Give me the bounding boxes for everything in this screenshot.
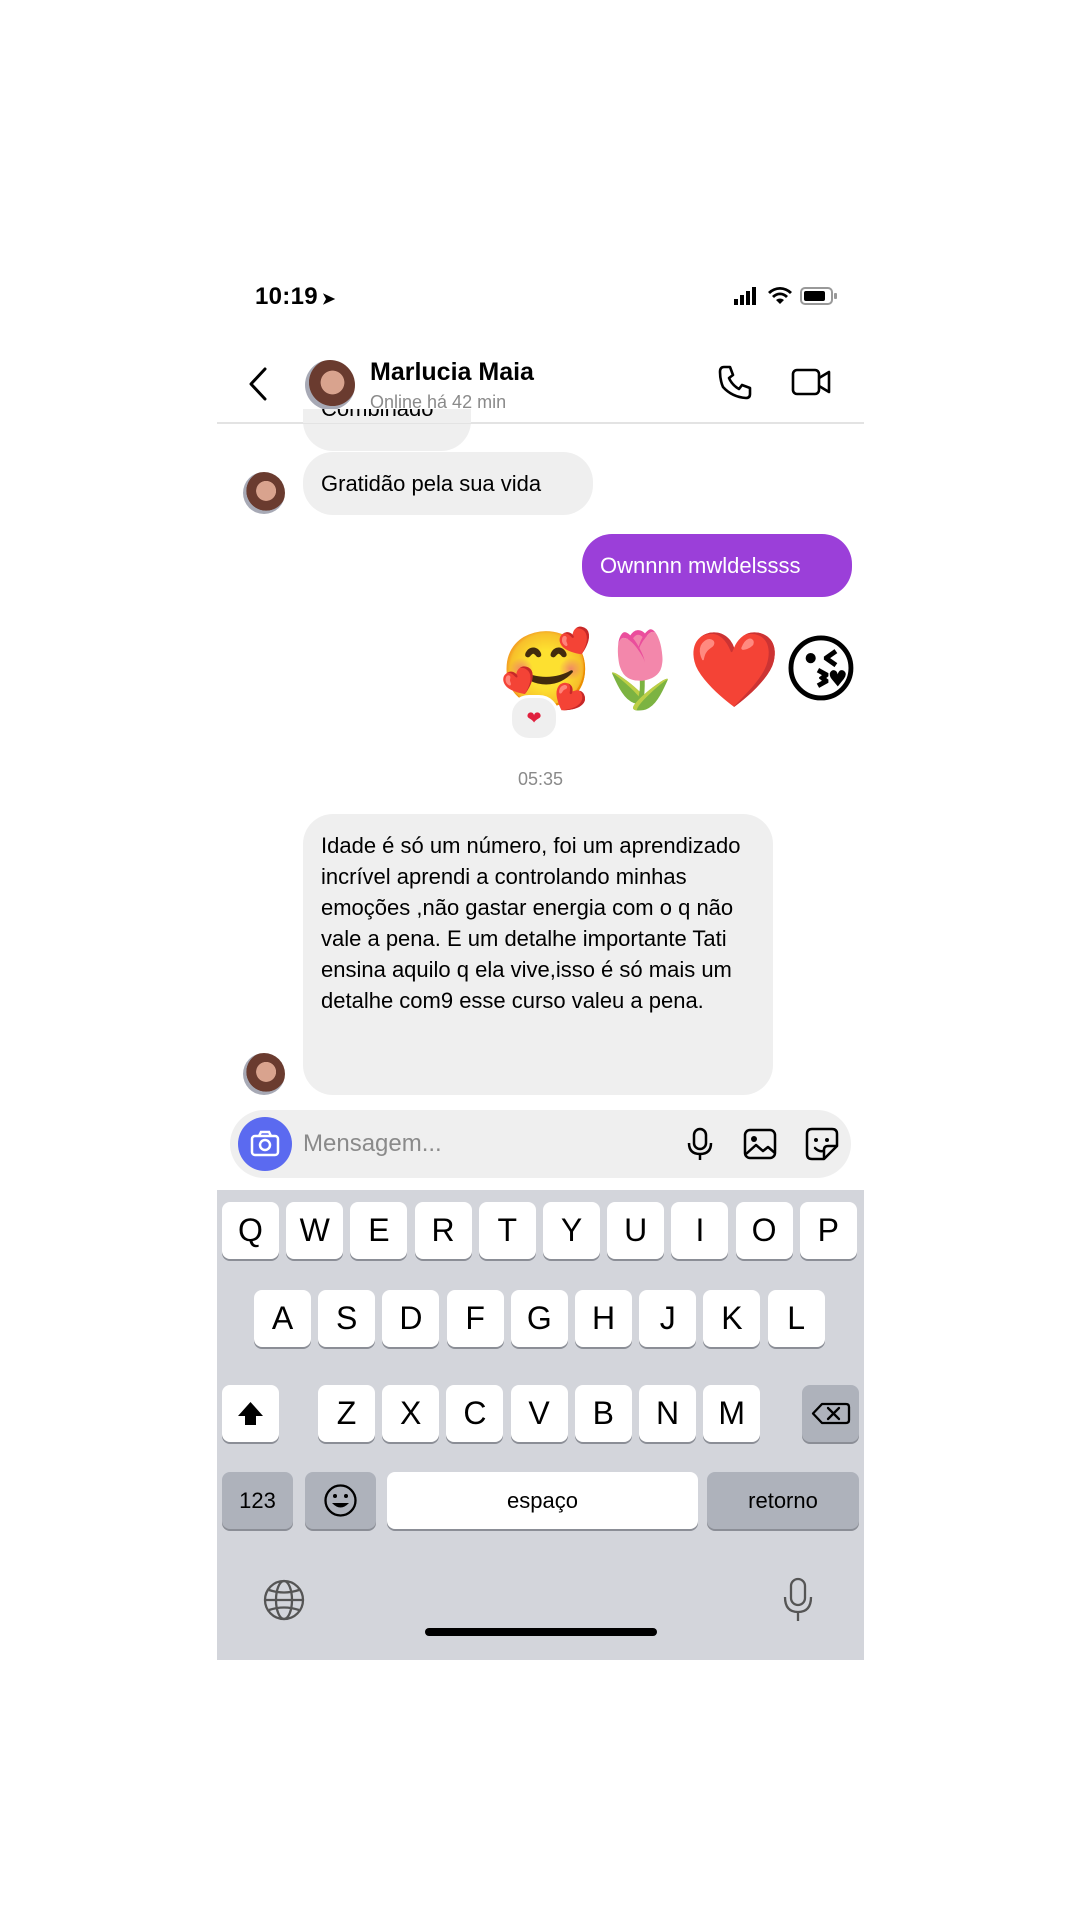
emoji-icon <box>324 1484 357 1517</box>
backspace-icon <box>811 1402 851 1425</box>
camera-button[interactable] <box>238 1117 292 1171</box>
space-key[interactable]: espaço <box>387 1472 698 1529</box>
numbers-key[interactable]: 123 <box>222 1472 293 1529</box>
key-n[interactable]: N <box>639 1385 696 1442</box>
gallery-icon[interactable] <box>740 1124 780 1164</box>
key-v[interactable]: V <box>510 1385 568 1442</box>
key-y[interactable]: Y <box>543 1202 600 1259</box>
key-w[interactable]: W <box>286 1202 344 1259</box>
incoming-message-long: Idade é só um número, foi um aprendizado… <box>303 814 773 1095</box>
message-text: Ownnnn mwldelssss <box>600 553 801 578</box>
microphone-icon[interactable] <box>680 1124 720 1164</box>
shift-key[interactable] <box>222 1385 279 1442</box>
contact-name[interactable]: Marlucia Maia <box>370 358 534 387</box>
key-g[interactable]: G <box>510 1290 568 1347</box>
return-key[interactable]: retorno <box>707 1472 859 1529</box>
video-icon[interactable] <box>789 360 833 404</box>
key-k[interactable]: K <box>703 1290 761 1347</box>
key-r[interactable]: R <box>414 1202 472 1259</box>
message-text: Gratidão pela sua vida <box>321 471 542 496</box>
key-c[interactable]: C <box>446 1385 504 1442</box>
back-chevron-icon[interactable] <box>247 366 269 402</box>
phone-screen: 10:19➤ Marlucia Maia Online há 42 min Co… <box>217 265 864 1660</box>
location-arrow-icon: ➤ <box>321 291 336 308</box>
status-icons <box>734 287 838 305</box>
outgoing-message: Ownnnn mwldelssss <box>582 534 852 597</box>
phone-icon[interactable] <box>714 360 758 404</box>
sender-avatar[interactable] <box>243 1053 285 1095</box>
heart-reaction[interactable]: ❤ <box>509 695 559 741</box>
key-s[interactable]: S <box>318 1290 376 1347</box>
message-composer: Mensagem... <box>230 1110 851 1178</box>
status-time: 10:19 ➤ <box>255 283 336 311</box>
status-time-text: 10:19 <box>255 283 318 310</box>
incoming-message-partial: Combinado <box>303 409 471 451</box>
wifi-icon <box>768 287 792 304</box>
key-f[interactable]: F <box>446 1290 504 1347</box>
header-divider <box>217 423 864 424</box>
key-e[interactable]: E <box>350 1202 408 1259</box>
key-x[interactable]: X <box>382 1385 440 1442</box>
key-z[interactable]: Z <box>318 1385 375 1442</box>
message-text: Combinado <box>321 409 434 421</box>
shift-icon <box>238 1402 263 1425</box>
incoming-message: Gratidão pela sua vida <box>303 452 593 515</box>
camera-icon <box>250 1130 280 1157</box>
key-j[interactable]: J <box>639 1290 697 1347</box>
key-o[interactable]: O <box>735 1202 793 1259</box>
message-timestamp: 05:35 <box>517 769 564 789</box>
key-m[interactable]: M <box>703 1385 761 1442</box>
key-b[interactable]: B <box>574 1385 632 1442</box>
key-a[interactable]: A <box>254 1290 311 1347</box>
keyboard: QWERTYUIOP ASDFGHJKL ZXCVBNM 123 espaço … <box>217 1190 864 1660</box>
message-input[interactable]: Mensagem... <box>303 1130 442 1158</box>
sender-avatar[interactable] <box>243 472 285 514</box>
contact-avatar[interactable] <box>305 360 355 410</box>
dictation-mic-icon[interactable] <box>775 1575 821 1625</box>
key-q[interactable]: Q <box>222 1202 279 1259</box>
key-i[interactable]: I <box>671 1202 729 1259</box>
backspace-key[interactable] <box>802 1385 859 1442</box>
home-indicator[interactable] <box>425 1628 657 1636</box>
cellular-signal-icon <box>734 287 756 305</box>
key-p[interactable]: P <box>799 1202 857 1259</box>
emoji-key[interactable] <box>305 1472 376 1529</box>
key-l[interactable]: L <box>767 1290 825 1347</box>
globe-icon[interactable] <box>261 1577 307 1623</box>
key-d[interactable]: D <box>382 1290 440 1347</box>
key-u[interactable]: U <box>607 1202 665 1259</box>
sticker-icon[interactable] <box>802 1124 842 1164</box>
battery-icon <box>800 287 837 305</box>
key-t[interactable]: T <box>478 1202 536 1259</box>
message-text: Idade é só um número, foi um aprendizado… <box>321 833 741 1013</box>
key-h[interactable]: H <box>575 1290 632 1347</box>
